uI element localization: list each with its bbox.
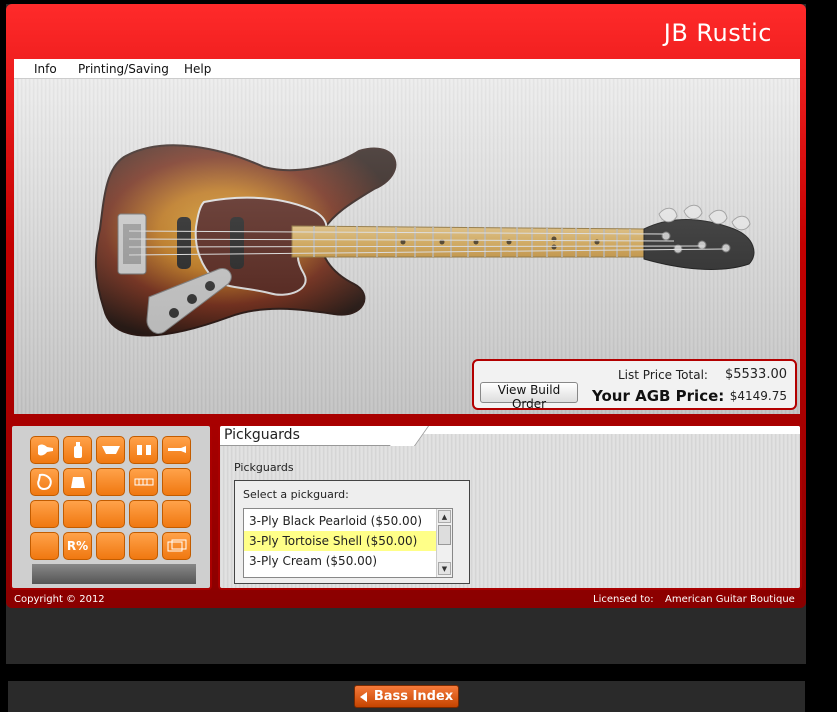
option-slot-icon[interactable] <box>63 500 92 528</box>
list-item[interactable]: 3-Ply Cream ($50.00) <box>244 551 438 571</box>
selector-label: Select a pickguard: <box>243 488 349 501</box>
listbox-scrollbar[interactable]: ▲ ▼ <box>436 509 452 577</box>
menu-printing-saving[interactable]: Printing/Saving <box>78 62 169 76</box>
pickguard-listbox[interactable]: 3-Ply Black Pearloid ($50.00) 3-Ply Tort… <box>243 508 453 578</box>
bass-index-label: Bass Index <box>373 689 454 704</box>
agb-price-value: $4149.75 <box>729 389 787 403</box>
neck-icon[interactable] <box>162 436 191 464</box>
menu-info[interactable]: Info <box>34 62 57 76</box>
copyright-text: Copyright © 2012 <box>14 594 105 605</box>
licensed-label: Licensed to: <box>593 594 654 605</box>
option-slot-icon[interactable] <box>129 500 158 528</box>
pickguard-selector: Select a pickguard: 3-Ply Black Pearloid… <box>234 480 470 584</box>
options-panel: Pickguards Pickguards Select a pickguard… <box>218 424 802 590</box>
list-item[interactable]: 3-Ply Black Pearloid ($50.00) <box>244 511 438 531</box>
option-slot-icon[interactable] <box>96 532 125 560</box>
option-slot-icon[interactable] <box>96 468 125 496</box>
case-icon[interactable] <box>162 532 191 560</box>
panel-title-tab: Pickguards <box>220 426 410 446</box>
view-build-order-button[interactable]: View Build Order <box>480 382 578 411</box>
agb-price-label: Your AGB Price: <box>592 387 725 405</box>
window-title: JB Rustic <box>663 19 772 47</box>
scroll-up-icon[interactable]: ▲ <box>438 510 451 523</box>
body-outline-icon[interactable] <box>30 468 59 496</box>
footer: Copyright © 2012 Licensed to: American G… <box>6 591 806 608</box>
menu-bar: Info Printing/Saving Help <box>14 59 800 79</box>
fretboard-icon[interactable] <box>129 468 158 496</box>
list-price-label: List Price Total: <box>618 368 708 382</box>
finish-spray-icon[interactable] <box>63 436 92 464</box>
list-price-value: $5533.00 <box>724 367 787 382</box>
bass-index-button[interactable]: Bass Index <box>354 685 459 708</box>
panel-header-line <box>410 426 800 434</box>
body-shape-icon[interactable] <box>30 436 59 464</box>
option-slot-icon[interactable] <box>96 500 125 528</box>
option-category-toolbox: R% <box>10 424 212 590</box>
reset-button[interactable]: R% <box>63 532 92 560</box>
scroll-down-icon[interactable]: ▼ <box>438 562 451 575</box>
price-summary: View Build Order List Price Total: $5533… <box>472 359 797 411</box>
configurator-app: JB Rustic Info Printing/Saving Help View… <box>6 4 806 664</box>
section-label: Pickguards <box>234 461 294 474</box>
option-slot-icon[interactable] <box>129 532 158 560</box>
option-slot-icon[interactable] <box>30 500 59 528</box>
list-item-selected[interactable]: 3-Ply Tortoise Shell ($50.00) <box>244 531 438 551</box>
option-slot-icon[interactable] <box>162 468 191 496</box>
main-frame: JB Rustic Info Printing/Saving Help View… <box>6 4 806 608</box>
toolbox-status-strip <box>32 564 196 584</box>
option-slot-icon[interactable] <box>30 532 59 560</box>
pickguard-icon[interactable] <box>96 436 125 464</box>
pickups-icon[interactable] <box>129 436 158 464</box>
bridge-icon[interactable] <box>63 468 92 496</box>
licensed-value: American Guitar Boutique <box>665 594 795 605</box>
bottom-nav-bar: Bass Index <box>8 681 805 712</box>
menu-help[interactable]: Help <box>184 62 211 76</box>
arrow-left-icon <box>359 691 367 702</box>
scroll-thumb[interactable] <box>438 525 451 545</box>
option-slot-icon[interactable] <box>162 500 191 528</box>
